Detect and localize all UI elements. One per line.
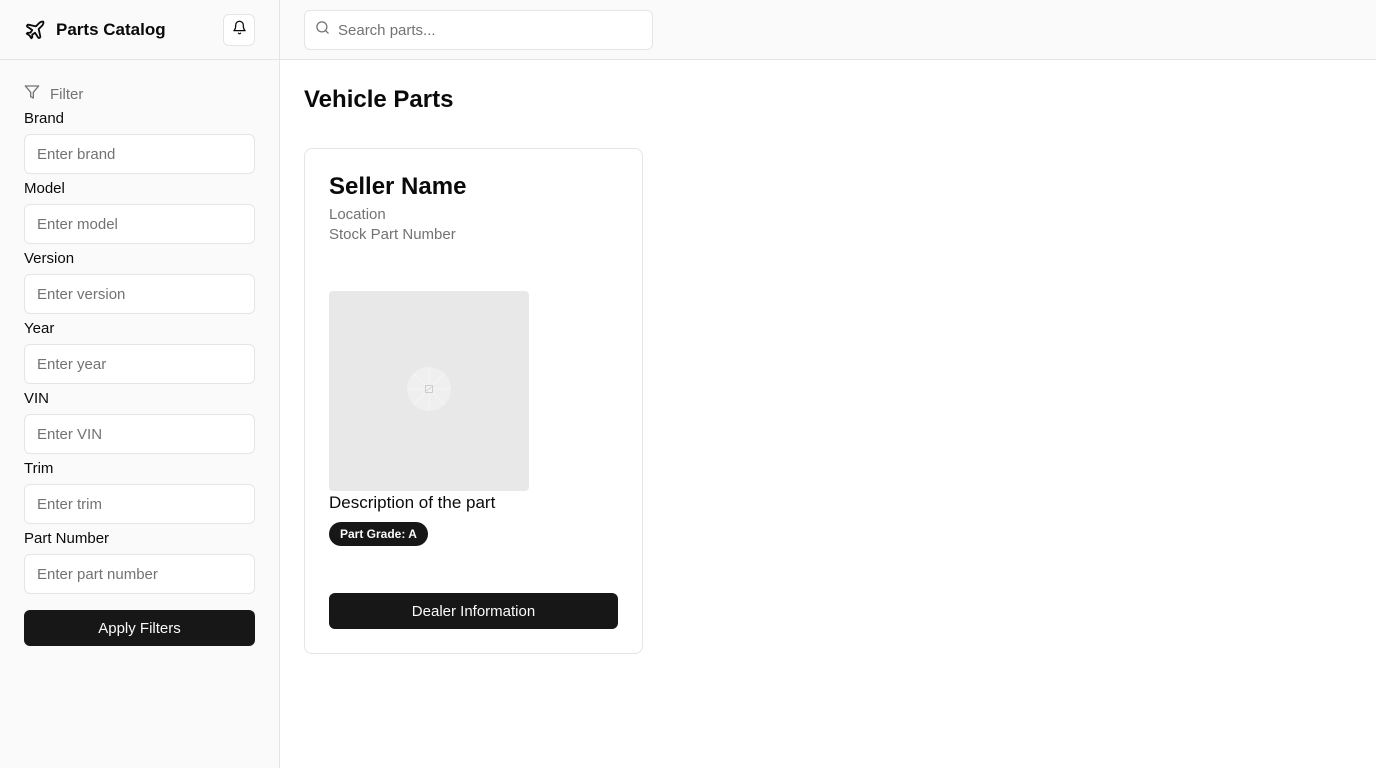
filter-heading-label: Filter [50,85,84,103]
apply-filters-button[interactable]: Apply Filters [24,610,255,646]
main-content: Vehicle Parts Seller Name Location Stock… [304,60,643,654]
year-input[interactable] [24,344,255,384]
sidebar-header: Parts Catalog [0,0,279,60]
filter-panel: Filter Brand Model Version Year VIN Trim… [0,84,279,646]
search-box[interactable] [304,10,653,50]
stock-part-number: Stock Part Number [329,226,456,243]
vin-input[interactable] [24,414,255,454]
version-input[interactable] [24,274,255,314]
filter-icon [24,84,40,105]
part-grade-badge: Part Grade: A [329,522,428,546]
year-label: Year [24,320,55,337]
topbar [280,0,1376,60]
brand[interactable]: Parts Catalog [24,19,166,41]
filter-heading: Filter [24,84,255,104]
part-number-field: Part Number [24,529,255,594]
notifications-button[interactable] [223,14,255,46]
brand-input[interactable] [24,134,255,174]
part-image [329,291,529,491]
bell-icon [232,20,247,40]
seller-name: Seller Name [329,173,467,200]
image-placeholder-icon [405,365,453,418]
location: Location [329,206,386,223]
search-input[interactable] [338,21,638,39]
version-field: Version [24,249,255,314]
plane-icon [24,19,46,41]
dealer-information-button[interactable]: Dealer Information [329,593,618,629]
model-input[interactable] [24,204,255,244]
trim-label: Trim [24,460,54,477]
vin-label: VIN [24,390,50,407]
part-description: Description of the part [329,493,496,512]
year-field: Year [24,319,255,384]
part-number-label: Part Number [24,530,110,547]
search-icon [315,20,330,40]
app-title: Parts Catalog [56,19,166,39]
part-card: Seller Name Location Stock Part Number D… [304,148,643,654]
model-field: Model [24,179,255,244]
sidebar: Parts Catalog Filter Brand Mod [0,0,280,768]
brand-label: Brand [24,110,65,127]
trim-input[interactable] [24,484,255,524]
version-label: Version [24,250,75,267]
vin-field: VIN [24,389,255,454]
brand-field: Brand [24,109,255,174]
model-label: Model [24,180,65,197]
page-title: Vehicle Parts [304,86,454,113]
trim-field: Trim [24,459,255,524]
part-number-input[interactable] [24,554,255,594]
